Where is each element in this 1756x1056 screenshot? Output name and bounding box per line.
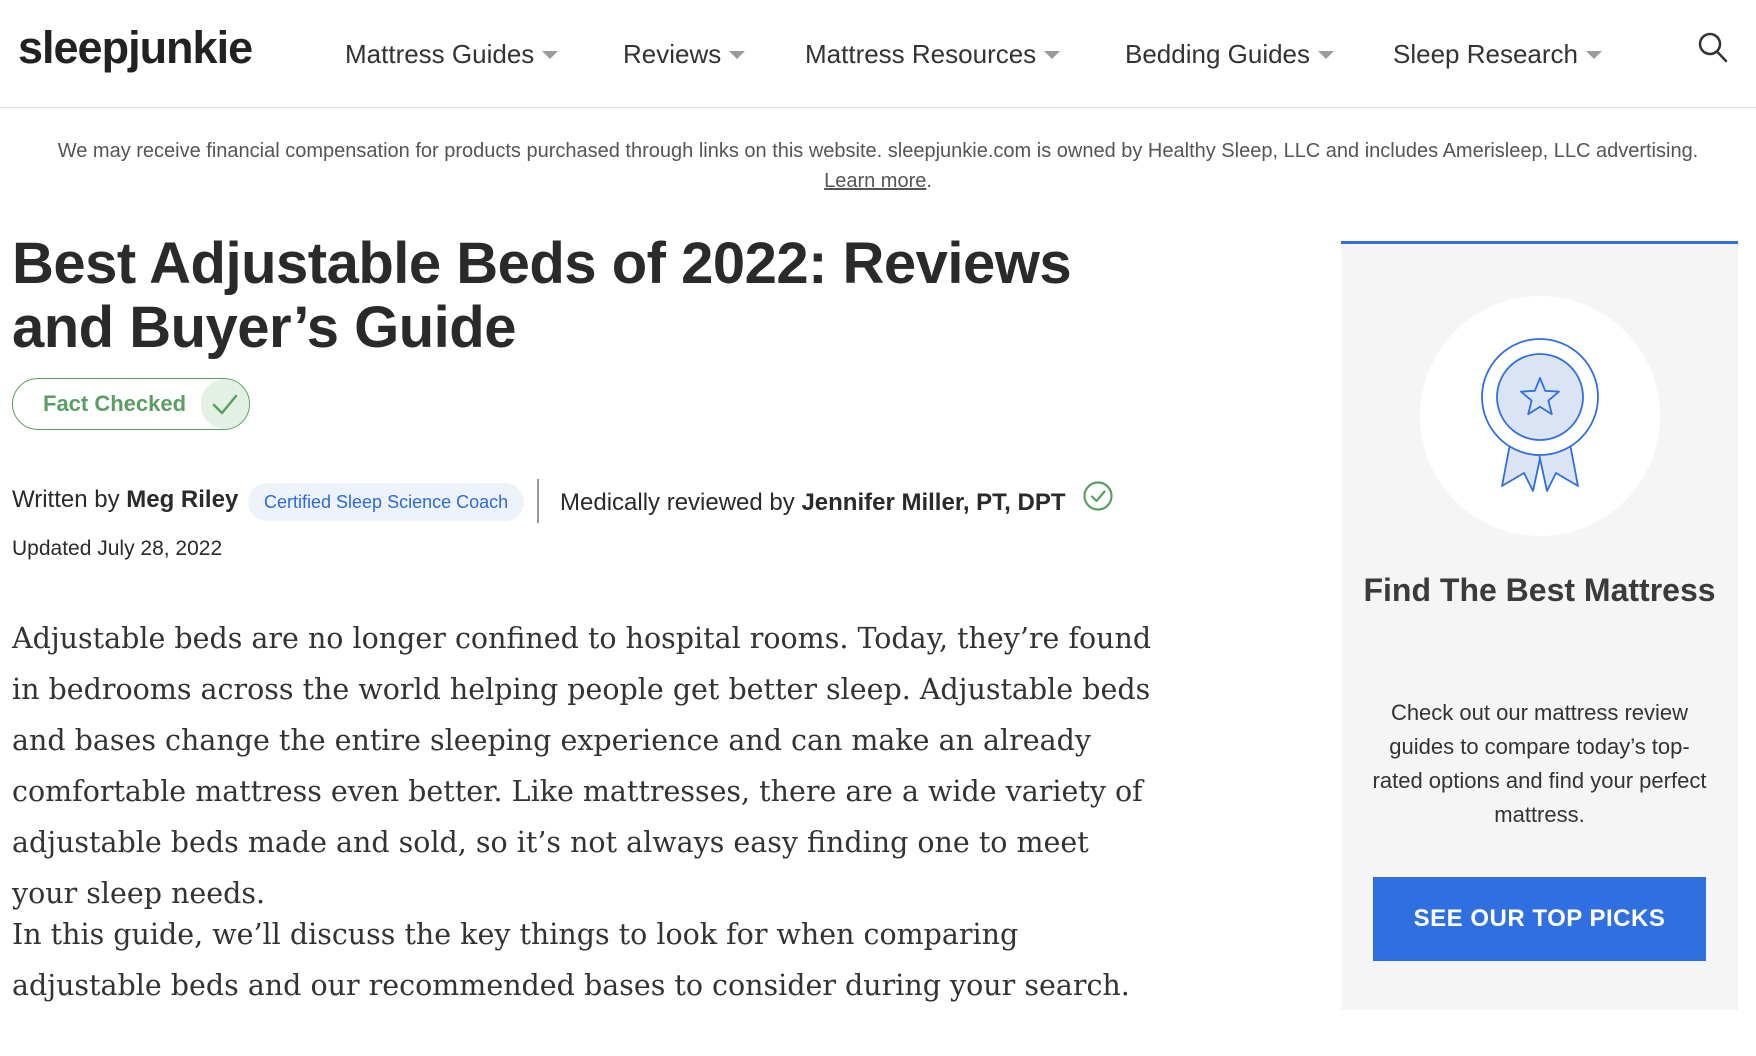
chevron-down-icon xyxy=(542,51,559,59)
page-title: Best Adjustable Beds of 2022: Reviews an… xyxy=(12,231,1072,360)
written-by-prefix: Written by xyxy=(12,486,120,513)
nav-label: Bedding Guides xyxy=(1125,39,1311,69)
author-credential-badge: Certified Sleep Science Coach xyxy=(248,483,525,521)
reviewed-by-prefix: Medically reviewed by xyxy=(560,489,795,516)
nav-label: Reviews xyxy=(623,39,722,69)
sidebar-description: Check out our mattress review guides to … xyxy=(1372,700,1707,827)
fact-checked-label: Fact Checked xyxy=(43,391,187,416)
sidebar-title: Find The Best Mattress xyxy=(1363,572,1716,608)
chevron-down-icon xyxy=(729,51,746,59)
verified-check-icon xyxy=(1083,481,1113,511)
byline-divider xyxy=(537,479,539,523)
site-logo[interactable]: sleepjunkie xyxy=(18,20,253,76)
nav-bedding-guides[interactable]: Bedding Guides xyxy=(1125,34,1335,74)
award-ribbon-icon xyxy=(1481,338,1599,492)
fact-checked-badge[interactable]: Fact Checked xyxy=(12,378,250,430)
checkmark-icon xyxy=(201,379,249,429)
site-header: sleepjunkie Mattress Guides Reviews Matt… xyxy=(0,0,1756,108)
disclosure-text: We may receive financial compensation fo… xyxy=(57,140,1699,162)
search-button[interactable] xyxy=(1695,28,1731,68)
chevron-down-icon xyxy=(1318,51,1335,59)
disclosure-period: . xyxy=(926,170,932,192)
guide-paragraph: In this guide, we’ll discuss the key thi… xyxy=(12,918,1130,1002)
see-top-picks-button[interactable]: SEE OUR TOP PICKS xyxy=(1373,877,1706,961)
author-byline: Written by Meg Riley xyxy=(12,484,238,516)
learn-more-link[interactable]: Learn more xyxy=(824,170,926,192)
updated-date: Updated July 28, 2022 xyxy=(12,537,223,560)
nav-label: Mattress Guides xyxy=(345,39,535,69)
sidebar-cta: Find The Best Mattress Check out our mat… xyxy=(1341,241,1738,1010)
author-name[interactable]: Meg Riley xyxy=(126,486,238,513)
affiliate-disclosure: We may receive financial compensation fo… xyxy=(0,136,1756,196)
award-badge xyxy=(1420,296,1660,536)
search-icon xyxy=(1698,32,1728,63)
nav-label: Mattress Resources xyxy=(805,39,1037,69)
intro-paragraph: Adjustable beds are no longer confined t… xyxy=(12,622,1152,910)
reviewer-byline: Medically reviewed by Jennifer Miller, P… xyxy=(560,487,1066,519)
reviewer-name[interactable]: Jennifer Miller, PT, DPT xyxy=(801,489,1065,516)
chevron-down-icon xyxy=(1044,51,1061,59)
nav-sleep-research[interactable]: Sleep Research xyxy=(1393,34,1602,74)
nav-reviews[interactable]: Reviews xyxy=(623,34,746,74)
nav-mattress-resources[interactable]: Mattress Resources xyxy=(805,34,1061,74)
nav-label: Sleep Research xyxy=(1393,39,1578,69)
chevron-down-icon xyxy=(1586,51,1602,59)
nav-mattress-guides[interactable]: Mattress Guides xyxy=(345,34,559,74)
